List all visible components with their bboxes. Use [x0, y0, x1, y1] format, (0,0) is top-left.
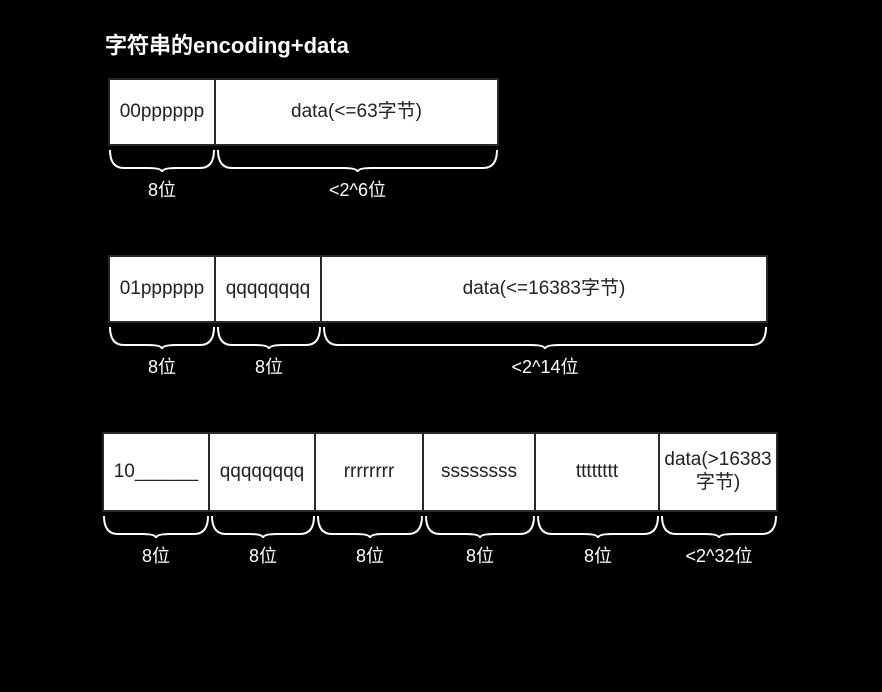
brace-label: 8位: [255, 353, 283, 379]
format-row-1: 00ppppppdata(<=63字节): [108, 78, 499, 146]
field-cell: data(<=16383字节): [322, 255, 768, 323]
format-row-1-braces: 8位 <2^6位: [108, 148, 499, 202]
brace: <2^14位: [322, 325, 768, 379]
field-cell: qqqqqqqq: [210, 432, 316, 512]
field-cell: 01pppppp: [108, 255, 216, 323]
format-row-3-braces: 8位 8位 8位 8位 8位 <2^32位: [102, 514, 778, 568]
format-row-3: 10______qqqqqqqqrrrrrrrrsssssssstttttttt…: [102, 432, 778, 512]
brace: 8位: [216, 325, 322, 379]
brace-label: 8位: [249, 542, 277, 568]
field-cell: data(<=63字节): [216, 78, 499, 146]
diagram-title: 字符串的encoding+data: [105, 28, 349, 60]
field-cell: ssssssss: [424, 432, 536, 512]
brace-label: 8位: [356, 542, 384, 568]
field-cell: 10______: [102, 432, 210, 512]
brace: <2^6位: [216, 148, 499, 202]
brace-label: 8位: [584, 542, 612, 568]
brace: 8位: [316, 514, 424, 568]
format-row-2: 01ppppppqqqqqqqqdata(<=16383字节): [108, 255, 768, 323]
brace: 8位: [424, 514, 536, 568]
field-cell: qqqqqqqq: [216, 255, 322, 323]
format-row-2-braces: 8位 8位 <2^14位: [108, 325, 768, 379]
brace: 8位: [108, 325, 216, 379]
brace: 8位: [102, 514, 210, 568]
field-cell: 00pppppp: [108, 78, 216, 146]
brace: 8位: [210, 514, 316, 568]
brace-label: 8位: [466, 542, 494, 568]
field-cell: rrrrrrrr: [316, 432, 424, 512]
brace-label: <2^14位: [512, 353, 579, 379]
brace: <2^32位: [660, 514, 778, 568]
brace-label: <2^6位: [329, 176, 386, 202]
brace-label: 8位: [142, 542, 170, 568]
field-cell: tttttttt: [536, 432, 660, 512]
brace-label: 8位: [148, 353, 176, 379]
brace: 8位: [108, 148, 216, 202]
brace: 8位: [536, 514, 660, 568]
brace-label: <2^32位: [686, 542, 753, 568]
brace-label: 8位: [148, 176, 176, 202]
field-cell: data(>16383字节): [660, 432, 778, 512]
